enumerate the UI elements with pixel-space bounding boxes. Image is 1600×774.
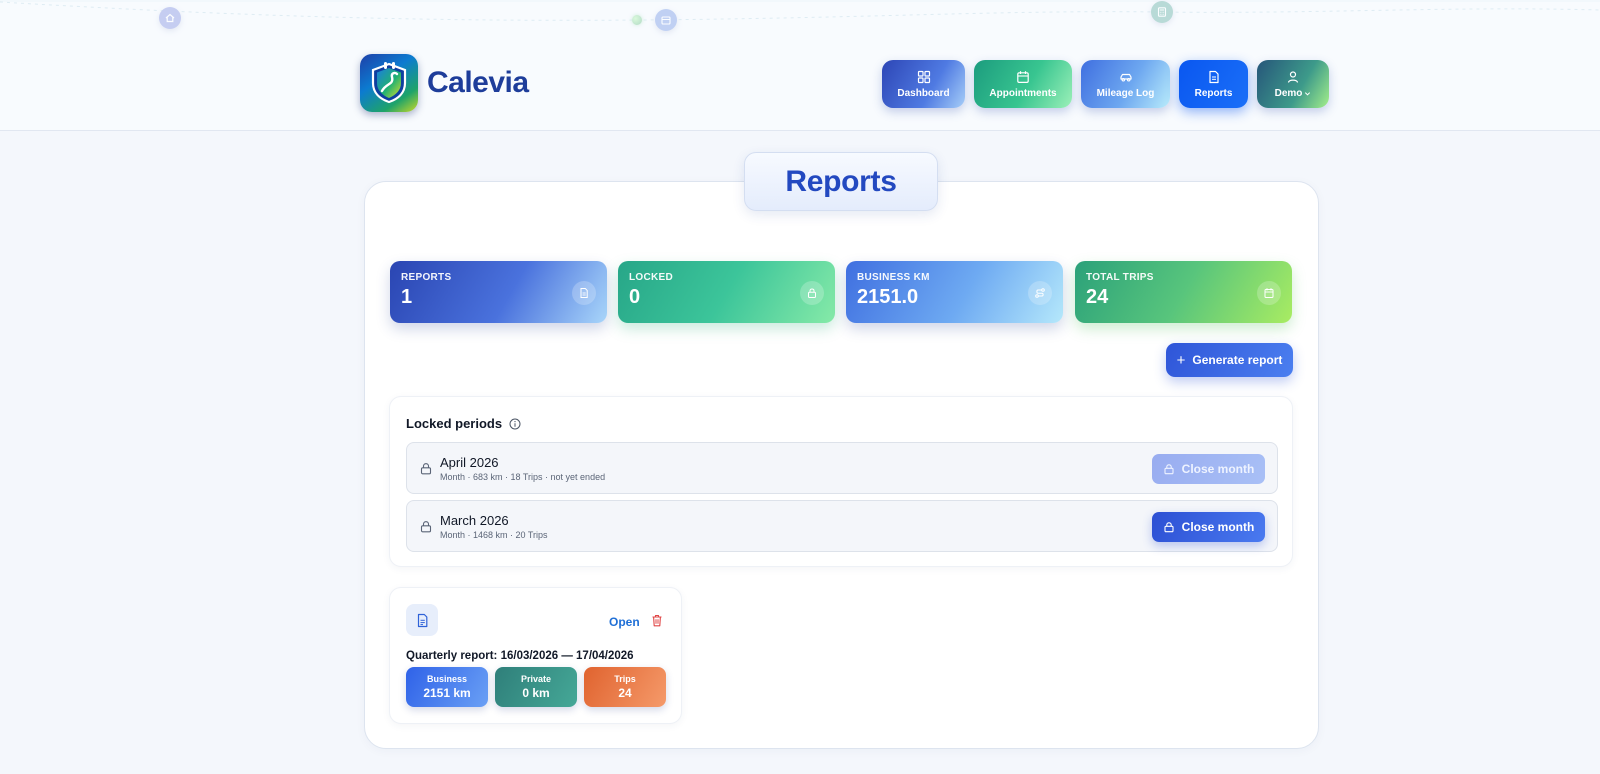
close-month-button[interactable]: Close month — [1152, 512, 1265, 542]
nav-reports-label: Reports — [1194, 87, 1233, 99]
stat-card-reports: REPORTS 1 — [390, 261, 607, 323]
user-icon — [1287, 70, 1299, 83]
document-icon — [406, 604, 438, 636]
user-menu[interactable]: Demo — [1257, 60, 1329, 108]
nav-reports[interactable]: Reports — [1179, 60, 1248, 108]
nav-mileage-log[interactable]: Mileage Log — [1081, 60, 1170, 108]
close-month-label: Close month — [1181, 520, 1255, 534]
app-header: Calevia Dashboard Appointments Mileage L… — [0, 0, 1600, 131]
lock-icon — [800, 281, 824, 305]
report-title: Quarterly report: 16/03/2026 — 17/04/202… — [406, 650, 634, 662]
stat-card-business-km: BUSINESS KM 2151.0 — [846, 261, 1063, 323]
plus-icon: + — [1176, 351, 1186, 369]
generate-report-label: Generate report — [1192, 353, 1283, 367]
main-nav: Dashboard Appointments Mileage Log Repor… — [882, 60, 1329, 108]
app-logo[interactable]: Calevia — [360, 54, 529, 112]
stat-value: 2151.0 — [857, 286, 919, 308]
stat-label: REPORTS — [401, 272, 452, 283]
stat-value: 1 — [401, 286, 413, 308]
close-month-label: Close month — [1181, 462, 1255, 476]
lock-icon — [420, 521, 432, 533]
period-row-march-2026: March 2026 Month · 1468 km · 20 Trips Cl… — [406, 500, 1278, 552]
badge-value: 0 km — [522, 686, 550, 700]
route-icon — [1028, 281, 1052, 305]
trash-icon[interactable] — [651, 614, 663, 627]
logo-shield-icon — [360, 54, 418, 112]
period-meta: Month · 683 km · 18 Trips · not yet ende… — [440, 472, 606, 482]
period-name: March 2026 — [440, 513, 509, 528]
badge-value: 24 — [618, 686, 632, 700]
nav-appointments-label: Appointments — [989, 87, 1057, 99]
badge-label: Business — [426, 674, 468, 684]
info-icon[interactable] — [509, 418, 521, 430]
stat-card-total-trips: TOTAL TRIPS 24 — [1075, 261, 1292, 323]
business-km-badge: Business 2151 km — [406, 667, 488, 707]
badge-value: 2151 km — [423, 686, 471, 700]
nav-appointments[interactable]: Appointments — [974, 60, 1072, 108]
stat-label: BUSINESS KM — [857, 272, 930, 283]
document-icon — [1208, 70, 1219, 83]
stat-value: 0 — [629, 286, 641, 308]
private-km-badge: Private 0 km — [495, 667, 577, 707]
nav-mileage-log-label: Mileage Log — [1096, 87, 1155, 99]
stat-label: TOTAL TRIPS — [1086, 272, 1154, 283]
car-icon — [1119, 73, 1132, 82]
lock-icon — [1164, 464, 1174, 475]
badge-label: Trips — [614, 674, 636, 684]
lock-icon — [420, 463, 432, 475]
calendar-icon — [1017, 70, 1029, 83]
page-title: Reports — [744, 152, 938, 211]
calendar-icon — [1257, 281, 1281, 305]
stat-card-locked: LOCKED 0 — [618, 261, 835, 323]
nav-dashboard-label: Dashboard — [897, 87, 950, 99]
lock-icon — [1164, 522, 1174, 533]
grid-icon — [917, 70, 930, 83]
period-name: April 2026 — [440, 455, 499, 470]
period-row-april-2026: April 2026 Month · 683 km · 18 Trips · n… — [406, 442, 1278, 494]
user-name: Demo — [1274, 87, 1303, 99]
stat-label: LOCKED — [629, 272, 674, 283]
close-month-button-disabled: Close month — [1152, 454, 1265, 484]
stat-value: 24 — [1086, 286, 1109, 308]
app-name: Calevia — [427, 66, 529, 99]
chevron-down-icon — [1305, 91, 1311, 95]
report-card: Open Quarterly report: 16/03/2026 — 17/0… — [389, 587, 682, 724]
open-report-link[interactable]: Open — [609, 615, 640, 629]
locked-periods-panel: Locked periods April 2026 Month · 683 km… — [389, 396, 1293, 567]
locked-periods-title: Locked periods — [406, 416, 503, 431]
generate-report-button[interactable]: + Generate report — [1166, 343, 1293, 377]
period-meta: Month · 1468 km · 20 Trips — [440, 530, 548, 540]
document-icon — [572, 281, 596, 305]
badge-label: Private — [520, 674, 552, 684]
nav-dashboard[interactable]: Dashboard — [882, 60, 965, 108]
locked-periods-heading: Locked periods — [406, 416, 521, 431]
trips-badge: Trips 24 — [584, 667, 666, 707]
